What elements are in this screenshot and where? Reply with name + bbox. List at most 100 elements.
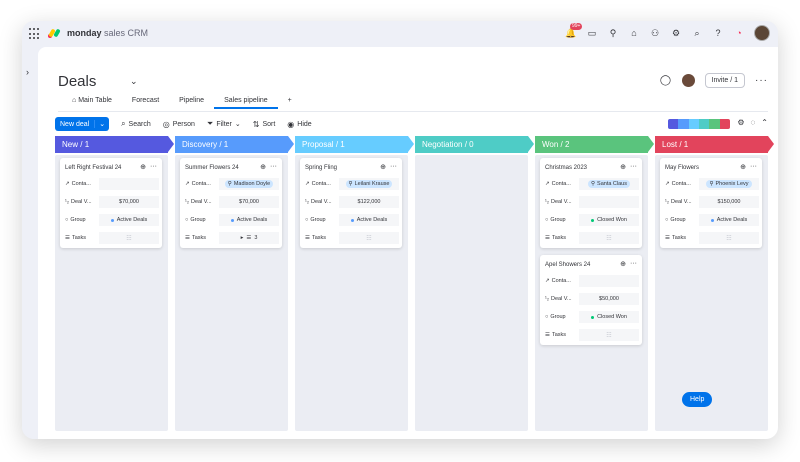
filter-button[interactable]: ⏷ Filter ⌄: [207, 119, 241, 129]
group-cell[interactable]: Active Deals: [699, 214, 759, 226]
tasks-label: ☰ Tasks: [185, 235, 206, 241]
column-header[interactable]: Won / 2: [535, 136, 654, 153]
chevron-down-icon[interactable]: ⌄: [94, 120, 109, 128]
tasks-cell[interactable]: ☷: [579, 232, 639, 244]
expand-sidebar-icon[interactable]: ›: [26, 67, 29, 77]
page-title[interactable]: Deals: [58, 73, 96, 90]
contacts-cell[interactable]: ⚲ Phoenix Levy: [699, 178, 759, 190]
group-cell[interactable]: Active Deals: [99, 214, 159, 226]
column-header[interactable]: New / 1: [55, 136, 174, 153]
add-update-icon[interactable]: ⊕: [260, 163, 266, 171]
chat-icon[interactable]: ◌: [751, 118, 756, 127]
column-body: Left Right Festival 24 ⊕ ··· ↗ Conta... ¹…: [55, 155, 168, 431]
contact-chip[interactable]: ⚲ Santa Claus: [588, 180, 630, 188]
person-icon: ⚲: [709, 181, 714, 187]
contacts-label: ↗ Conta...: [65, 181, 91, 187]
deal-card[interactable]: Christmas 2023 ⊕ ··· ↗ Conta... ⚲ Santa Cla…: [540, 158, 642, 248]
column-color-legend[interactable]: [668, 119, 730, 129]
deal-card[interactable]: Apel Showers 24 ⊕ ··· ↗ Conta... ¹₂ Deal …: [540, 255, 642, 345]
contact-chip[interactable]: ⚲ Phoenix Levy: [706, 180, 752, 188]
deal-value-cell[interactable]: [579, 196, 639, 208]
title-chevron-down-icon[interactable]: ⌄: [130, 76, 138, 87]
brand-name: monday sales CRM: [67, 28, 149, 38]
deal-card[interactable]: Summer Flowers 24 ⊕ ··· ↗ Conta... ⚲ Madiso…: [180, 158, 282, 248]
chevron-down-icon: ⌄: [234, 121, 241, 128]
contacts-cell[interactable]: [579, 275, 639, 287]
contact-chip[interactable]: ⚲ Madison Doyle: [224, 180, 274, 188]
inbox-icon[interactable]: ▭: [586, 27, 598, 39]
person-icon: ⚲: [591, 181, 596, 187]
monday-small-logo-icon: ◔: [736, 28, 742, 38]
deal-value-label: ¹₂ Deal V...: [65, 199, 92, 205]
column-header[interactable]: Proposal / 1: [295, 136, 414, 153]
add-update-icon[interactable]: ⊕: [620, 260, 626, 268]
settings-icon[interactable]: ⚙: [670, 27, 682, 39]
hide-button[interactable]: ◉ Hide: [287, 120, 311, 129]
apps-grid-icon[interactable]: [29, 28, 41, 40]
tab-forecast[interactable]: Forecast: [122, 97, 169, 109]
card-menu-icon[interactable]: ···: [390, 163, 397, 171]
column-won: Won / 2 Christmas 2023 ⊕ ··· ↗ Conta... ⚲ S…: [535, 136, 654, 431]
card-menu-icon[interactable]: ···: [150, 163, 157, 171]
expand-triangle-icon[interactable]: ▸: [241, 235, 244, 241]
tasks-label: ☰ Tasks: [305, 235, 326, 241]
tasks-cell[interactable]: ☷: [579, 329, 639, 341]
column-body: May Flowers ⊕ ··· ↗ Conta... ⚲ Phoenix Levy…: [655, 155, 768, 431]
help-button[interactable]: Help: [682, 392, 713, 407]
new-deal-button[interactable]: New deal ⌄: [55, 117, 110, 131]
group-cell[interactable]: Active Deals: [339, 214, 399, 226]
column-header[interactable]: Lost / 1: [655, 136, 774, 153]
search-icon[interactable]: ⌕: [691, 27, 703, 39]
tasks-cell[interactable]: ☷: [99, 232, 159, 244]
add-update-icon[interactable]: ⊕: [380, 163, 386, 171]
person-filter-button[interactable]: ◎ Person: [163, 120, 195, 129]
contact-chip[interactable]: ⚲ Leilani Krause: [345, 180, 393, 188]
settings-icon[interactable]: ⚙: [737, 118, 744, 127]
add-update-icon[interactable]: ⊕: [620, 163, 626, 171]
deal-value-cell[interactable]: $70,000: [99, 196, 159, 208]
card-menu-icon[interactable]: ···: [270, 163, 277, 171]
card-menu-icon[interactable]: ···: [750, 163, 757, 171]
updates-icon[interactable]: ◯: [660, 75, 672, 87]
deal-card[interactable]: Spring Fling ⊕ ··· ↗ Conta... ⚲ Leilani Kra…: [300, 158, 402, 248]
group-cell[interactable]: Closed Won: [579, 311, 639, 323]
add-update-icon[interactable]: ⊕: [740, 163, 746, 171]
contacts-cell[interactable]: ⚲ Madison Doyle: [219, 178, 279, 190]
deal-card[interactable]: Left Right Festival 24 ⊕ ··· ↗ Conta... ¹…: [60, 158, 162, 248]
tasks-cell[interactable]: ▸ ☰ 3: [219, 232, 279, 244]
deal-value-cell[interactable]: $122,000: [339, 196, 399, 208]
search-button[interactable]: ⌕ Search: [121, 119, 151, 129]
board-menu-button[interactable]: ···: [755, 75, 768, 86]
column-header[interactable]: Negotiation / 0: [415, 136, 534, 153]
apps-icon[interactable]: ⌂: [628, 27, 640, 39]
tab-main-table[interactable]: ⌂ Main Table: [62, 97, 122, 109]
add-update-icon[interactable]: ⊕: [140, 163, 146, 171]
contacts-cell[interactable]: [99, 178, 159, 190]
invite-members-icon[interactable]: ⚲: [607, 27, 619, 39]
top-bar: monday sales CRM 🔔 99+ ▭ ⚲ ⌂ ⚇ ⚙ ⌕ ? ◔: [22, 21, 778, 47]
notifications-icon[interactable]: 🔔 99+: [565, 23, 583, 39]
board-owner-avatar[interactable]: [681, 74, 695, 87]
card-menu-icon[interactable]: ···: [630, 163, 637, 171]
contacts-cell[interactable]: ⚲ Santa Claus: [579, 178, 639, 190]
deal-value-cell[interactable]: $150,000: [699, 196, 759, 208]
tab-sales-pipeline[interactable]: Sales pipeline: [214, 97, 278, 109]
contacts-cell[interactable]: ⚲ Leilani Krause: [339, 178, 399, 190]
card-menu-icon[interactable]: ···: [630, 260, 637, 268]
group-cell[interactable]: Active Deals: [219, 214, 279, 226]
tasks-cell[interactable]: ☷: [339, 232, 399, 244]
collapse-icon[interactable]: ⌃: [761, 118, 768, 127]
integrations-icon[interactable]: ⚇: [649, 27, 661, 39]
add-view-button[interactable]: +: [278, 97, 302, 109]
deal-card[interactable]: May Flowers ⊕ ··· ↗ Conta... ⚲ Phoenix Levy…: [660, 158, 762, 248]
deal-value-cell[interactable]: $70,000: [219, 196, 279, 208]
deal-value-cell[interactable]: $50,000: [579, 293, 639, 305]
help-icon[interactable]: ?: [712, 27, 724, 39]
user-avatar[interactable]: [754, 25, 770, 41]
group-cell[interactable]: Closed Won: [579, 214, 639, 226]
sort-button[interactable]: ⇅ Sort: [253, 120, 276, 129]
column-header[interactable]: Discovery / 1: [175, 136, 294, 153]
tasks-cell[interactable]: ☷: [699, 232, 759, 244]
invite-button[interactable]: Invite / 1: [704, 73, 745, 88]
tab-pipeline[interactable]: Pipeline: [169, 97, 214, 109]
